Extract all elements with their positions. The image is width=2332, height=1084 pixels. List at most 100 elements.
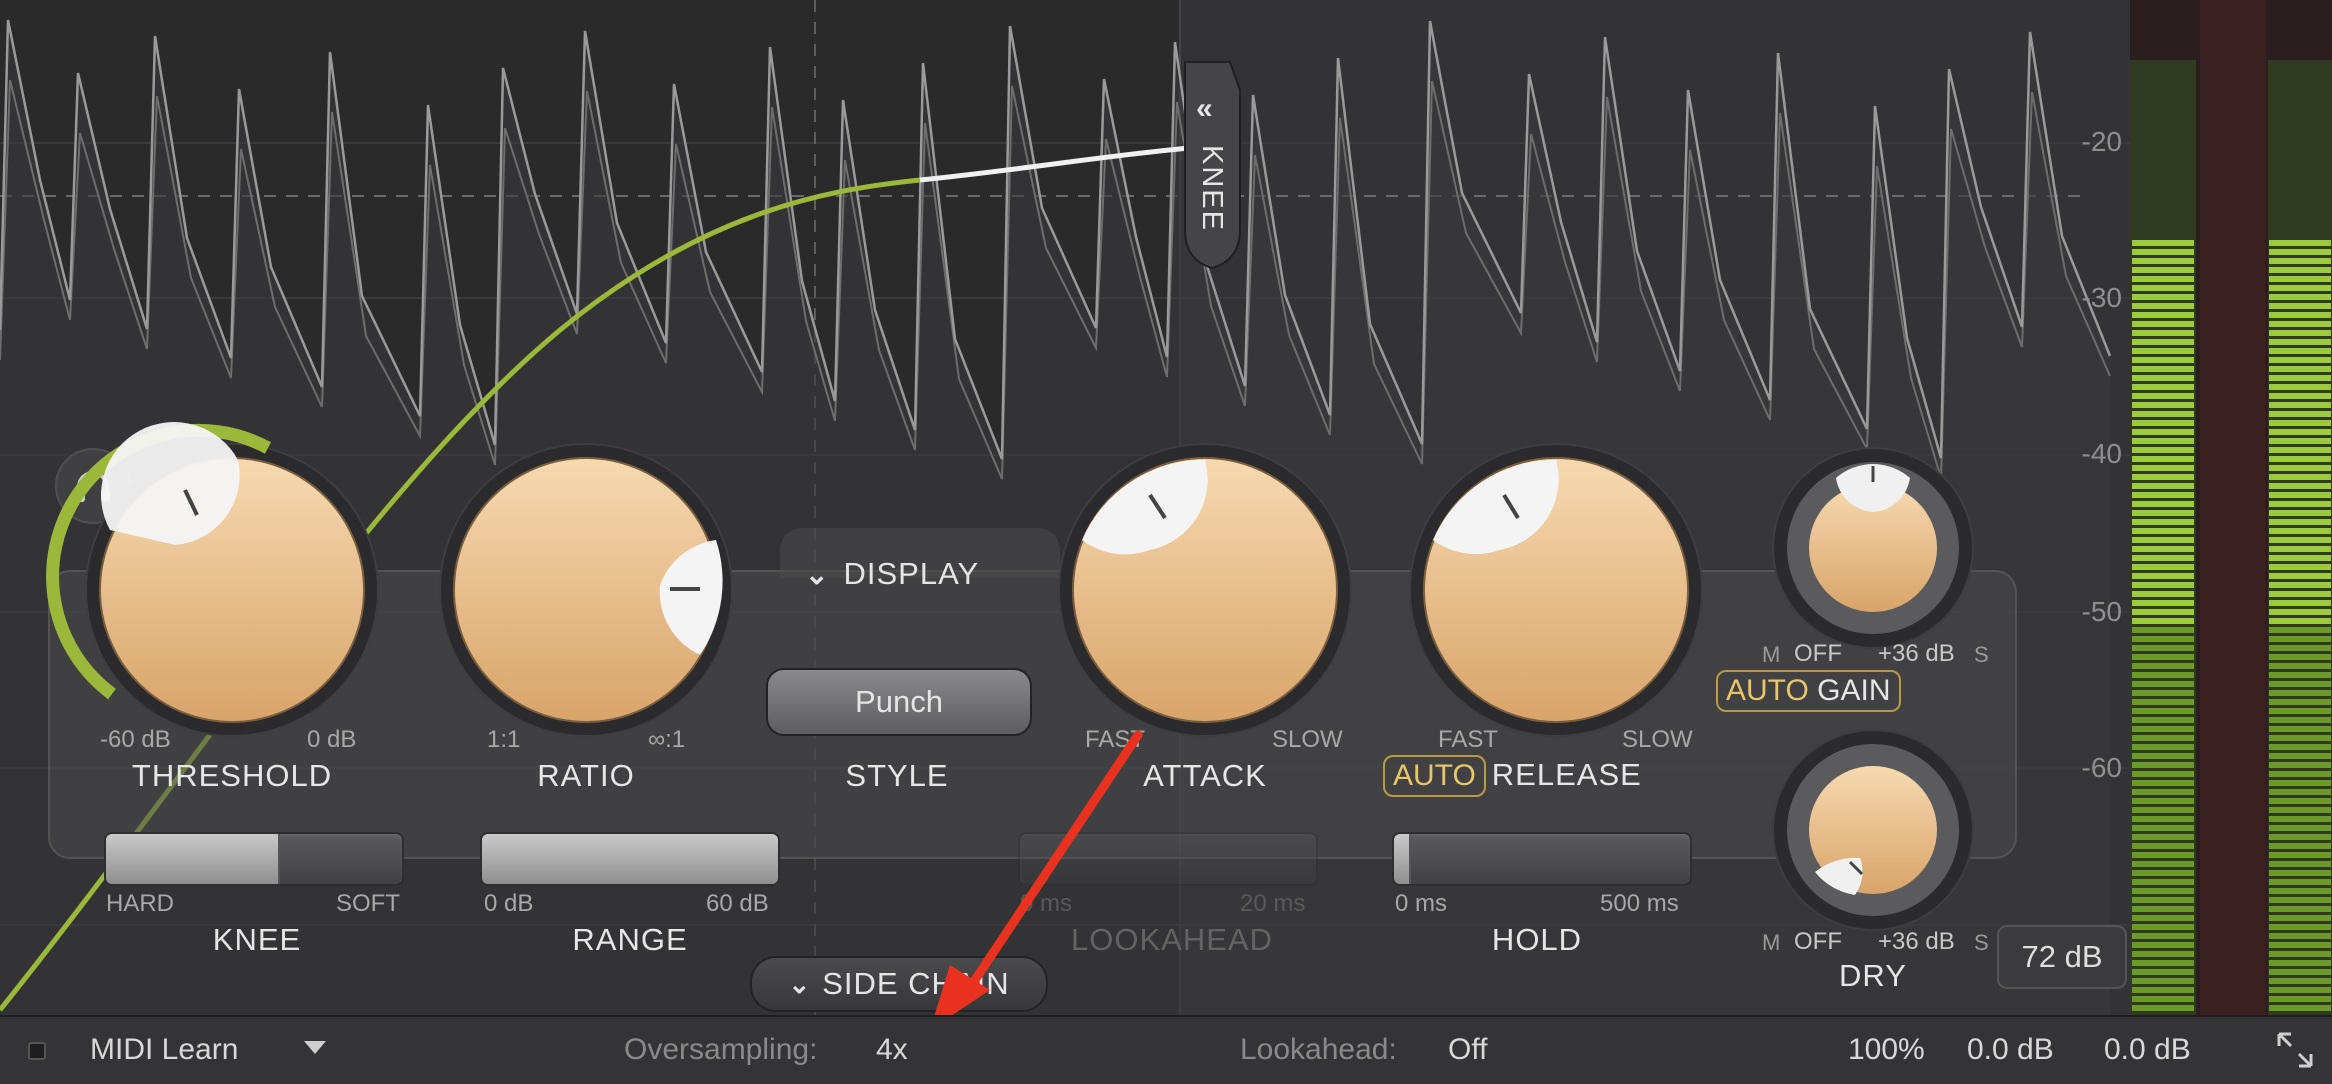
knee-tab-label[interactable]: KNEE <box>1195 145 1228 232</box>
meter-segment <box>2269 537 2331 543</box>
meter-segment <box>2132 564 2194 570</box>
gain-max-label: +36 dB <box>1878 640 1955 667</box>
meter-segment <box>2269 294 2331 300</box>
oversampling-value[interactable]: 4x <box>876 1033 908 1067</box>
meter-segment <box>2269 492 2331 498</box>
meter-range-value: 72 dB <box>2021 939 2103 974</box>
meter-segment <box>2132 393 2194 399</box>
meter-segment <box>2132 330 2194 336</box>
headphones-icon <box>76 471 110 502</box>
meter-segment <box>2132 762 2194 768</box>
lookahead-status-value[interactable]: Off <box>1448 1033 1487 1067</box>
meter-segment <box>2132 780 2194 786</box>
display-toggle[interactable]: ⌄ DISPLAY <box>805 556 979 592</box>
meter-segment <box>2132 600 2194 606</box>
side-chain-toggle[interactable]: ⌄ SIDE CHAIN <box>750 956 1048 1012</box>
knee-slider[interactable] <box>104 832 404 886</box>
meter-segment <box>2132 420 2194 426</box>
power-indicator[interactable] <box>28 1042 46 1060</box>
meter-segment <box>2269 438 2331 444</box>
knee-label: KNEE <box>212 922 302 957</box>
dry-s-label: S <box>1974 930 1989 955</box>
input-gain-value[interactable]: 0.0 dB <box>1967 1033 2054 1067</box>
meter-segment <box>2132 303 2194 309</box>
meter-segment <box>2269 708 2331 714</box>
meter-segment <box>2269 591 2331 597</box>
ratio-min-label: 1:1 <box>487 726 521 753</box>
meter-segment <box>2269 510 2331 516</box>
auto-gain-prefix: AUTO <box>1726 674 1809 707</box>
knee-min-label: HARD <box>106 890 175 917</box>
resize-icon[interactable] <box>2275 1030 2315 1070</box>
meter-segment <box>2132 969 2194 975</box>
meter-segment <box>2132 348 2194 354</box>
output-gain-value[interactable]: 0.0 dB <box>2104 1033 2191 1067</box>
meter-range-button[interactable]: 72 dB <box>1997 925 2127 989</box>
meter-segment <box>2269 465 2331 471</box>
attack-min-label: FAST <box>1085 726 1146 753</box>
meter-segment <box>2132 726 2194 732</box>
meter-segment <box>2132 771 2194 777</box>
dropdown-triangle-icon[interactable] <box>304 1041 326 1054</box>
meter-segment <box>2132 708 2194 714</box>
meter-segment <box>2132 465 2194 471</box>
meter-segment <box>2132 546 2194 552</box>
hold-min-label: 0 ms <box>1395 890 1448 917</box>
meter-segment <box>2132 240 2194 246</box>
meter-segment <box>2132 663 2194 669</box>
scale-label: -60 <box>2081 752 2122 783</box>
meter-segment <box>2132 654 2194 660</box>
auto-release-toggle[interactable]: AUTO RELEASE <box>1383 755 1642 797</box>
hold-slider-fill <box>1394 834 1411 884</box>
release-label: RELEASE <box>1491 757 1642 792</box>
meter-segment <box>2269 600 2331 606</box>
meter-segment <box>2269 654 2331 660</box>
gain-label: GAIN <box>1817 674 1891 707</box>
meter-segment <box>2269 240 2331 246</box>
meter-segment <box>2132 456 2194 462</box>
meter-segment <box>2269 420 2331 426</box>
meter-segment <box>2132 555 2194 561</box>
midi-learn-button[interactable]: MIDI Learn <box>90 1033 238 1067</box>
meter-segment <box>2269 744 2331 750</box>
meter-segment <box>2269 843 2331 849</box>
meter-segment <box>2269 456 2331 462</box>
meter-segment <box>2269 582 2331 588</box>
meter-segment <box>2269 753 2331 759</box>
meter-segment <box>2269 357 2331 363</box>
meter-segment <box>2132 681 2194 687</box>
range-slider[interactable] <box>480 832 780 886</box>
headphones-button[interactable] <box>55 448 131 524</box>
meter-segment <box>2132 627 2194 633</box>
meter-segment <box>2132 834 2194 840</box>
meter-segment <box>2132 996 2194 1002</box>
style-selector[interactable]: Punch <box>766 668 1032 736</box>
meter-segment <box>2269 447 2331 453</box>
zoom-value[interactable]: 100% <box>1848 1033 1925 1067</box>
meter-segment <box>2132 636 2194 642</box>
meter-segment <box>2269 816 2331 822</box>
meter-segment <box>2269 879 2331 885</box>
auto-gain-toggle[interactable]: AUTO GAIN <box>1716 670 1901 712</box>
meter-segment <box>2132 573 2194 579</box>
meter-segment <box>2269 411 2331 417</box>
meter-segment <box>2269 402 2331 408</box>
range-max-label: 60 dB <box>706 890 769 917</box>
meter-segment <box>2132 987 2194 993</box>
meter-segment <box>2269 780 2331 786</box>
meter-segment <box>2132 924 2194 930</box>
gain-s-label: S <box>1974 642 1989 667</box>
meter-segment <box>2269 969 2331 975</box>
meter-segment <box>2269 321 2331 327</box>
meter-segment <box>2269 960 2331 966</box>
chevron-double-down-icon: ⌄ <box>805 558 830 590</box>
hold-slider[interactable] <box>1392 832 1692 886</box>
lookahead-slider[interactable] <box>1018 832 1318 886</box>
meter-segment <box>2269 906 2331 912</box>
meter-segment <box>2269 483 2331 489</box>
meter-segment <box>2269 267 2331 273</box>
chevron-double-down-icon: ⌄ <box>788 968 811 999</box>
meter-segment <box>2269 564 2331 570</box>
scale-label: -20 <box>2081 126 2122 157</box>
ratio-label: RATIO <box>537 758 635 793</box>
